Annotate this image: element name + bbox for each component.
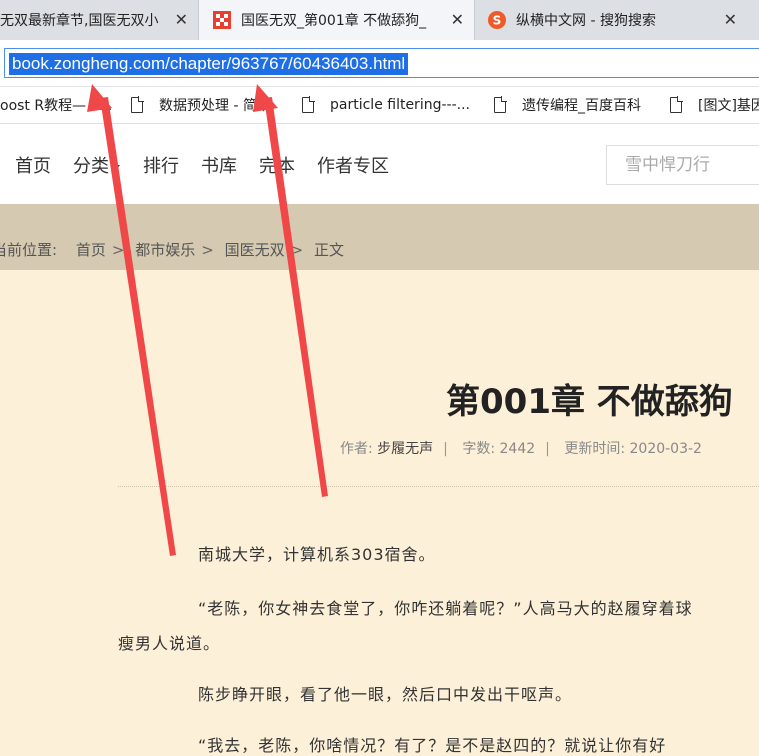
bookmark-label: 遗传编程_百度百科 bbox=[522, 98, 641, 114]
url-text-selected[interactable]: book.zongheng.com/chapter/963767/6043640… bbox=[9, 53, 409, 75]
sogou-favicon-icon: S bbox=[488, 11, 506, 29]
bookmark-label: [图文]基因 bbox=[698, 98, 759, 114]
update-time: 2020-03-2 bbox=[629, 441, 702, 457]
nav-library[interactable]: 书库 bbox=[201, 152, 237, 178]
close-tab-icon[interactable]: ✕ bbox=[175, 10, 188, 30]
bookmark-item[interactable]: [图文]基因 bbox=[670, 87, 759, 123]
url-input[interactable]: book.zongheng.com/chapter/963767/6043640… bbox=[4, 48, 759, 78]
tab-bar: 无双最新章节,国医无双小 ✕ 国医无双_第001章 不做舔狗_ ✕ S 纵横中文… bbox=[0, 0, 759, 41]
author-name[interactable]: 步履无声 bbox=[377, 441, 433, 457]
chapter-title: 第001章 不做舔狗 bbox=[446, 382, 733, 422]
document-icon bbox=[670, 96, 683, 113]
close-tab-icon[interactable]: ✕ bbox=[451, 10, 464, 30]
breadcrumb-category[interactable]: 都市娱乐 bbox=[135, 241, 195, 259]
tab-guoyi-latest[interactable]: 无双最新章节,国医无双小 ✕ bbox=[0, 0, 198, 40]
site-search-input[interactable]: 雪中悍刀行 bbox=[606, 145, 759, 185]
paragraph: 南城大学，计算机系303宿舍。 bbox=[198, 545, 436, 564]
nav-completed[interactable]: 完本 bbox=[259, 152, 295, 178]
nav-category-label: 分类 bbox=[73, 156, 109, 177]
chapter-meta: 作者: 步履无声 | 字数: 2442 | 更新时间: 2020-03-2 bbox=[340, 441, 702, 457]
svg-text:S: S bbox=[493, 14, 502, 28]
site-nav: 首页 分类 排行 书库 完本 作者专区 雪中悍刀行 bbox=[0, 124, 759, 204]
divider bbox=[118, 486, 759, 487]
tab-title: 国医无双_第001章 不做舔狗_ bbox=[241, 13, 427, 29]
breadcrumb: 当前位置: 首页 > 都市娱乐 > 国医无双 > 正文 bbox=[0, 204, 759, 270]
breadcrumb-separator: > bbox=[111, 241, 125, 259]
tab-sogou-search[interactable]: S 纵横中文网 - 搜狗搜索 ✕ bbox=[476, 0, 759, 40]
breadcrumb-separator: > bbox=[290, 241, 304, 259]
bookmark-label: 数据预处理 - 简书 bbox=[159, 98, 271, 114]
document-icon bbox=[494, 96, 507, 113]
caret-down-icon bbox=[112, 164, 120, 170]
bookmark-label: oost R教程— x... bbox=[0, 98, 113, 114]
bookmark-item[interactable]: particle filtering---... bbox=[302, 87, 470, 123]
breadcrumb-book[interactable]: 国医无双 bbox=[225, 241, 285, 259]
bookmark-item[interactable]: 数据预处理 - 简书 bbox=[131, 87, 271, 123]
document-icon bbox=[131, 96, 144, 113]
bookmarks-bar: oost R教程— x... 数据预处理 - 简书 particle filte… bbox=[0, 87, 759, 124]
zongheng-favicon-icon bbox=[213, 11, 231, 29]
nav-category[interactable]: 分类 bbox=[73, 152, 120, 178]
breadcrumb-home[interactable]: 首页 bbox=[76, 241, 106, 259]
bookmark-label: particle filtering---... bbox=[330, 97, 470, 113]
nav-home[interactable]: 首页 bbox=[15, 152, 51, 178]
author-label: 作者: bbox=[340, 441, 373, 457]
paragraph: “老陈，你女神去食堂了，你咋还躺着呢？”人高马大的赵履穿着球 bbox=[198, 599, 693, 618]
tab-title: 纵横中文网 - 搜狗搜索 bbox=[516, 13, 656, 29]
paragraph: 瘦男人说道。 bbox=[118, 634, 221, 653]
paragraph: 陈步睁开眼，看了他一眼，然后口中发出干呕声。 bbox=[198, 685, 573, 704]
bookmark-item[interactable]: 遗传编程_百度百科 bbox=[494, 87, 641, 123]
nav-ranking[interactable]: 排行 bbox=[143, 152, 179, 178]
nav-author-zone[interactable]: 作者专区 bbox=[317, 152, 389, 178]
chapter-content: 第001章 不做舔狗 作者: 步履无声 | 字数: 2442 | 更新时间: 202… bbox=[0, 270, 759, 755]
update-time-label: 更新时间: bbox=[564, 441, 626, 457]
breadcrumb-separator: > bbox=[201, 241, 214, 259]
word-count: 2442 bbox=[499, 441, 536, 457]
close-tab-icon[interactable]: ✕ bbox=[724, 10, 737, 30]
paragraph: “我去，老陈，你啥情况？有了？是不是赵四的？就说让你有好 bbox=[198, 736, 667, 755]
bookmark-item[interactable]: oost R教程— x... bbox=[0, 87, 112, 123]
breadcrumb-current: 正文 bbox=[313, 241, 344, 259]
document-icon bbox=[302, 96, 315, 113]
tab-title: 无双最新章节,国医无双小 bbox=[0, 13, 159, 29]
word-count-label: 字数: bbox=[462, 441, 496, 457]
tab-chapter-001[interactable]: 国医无双_第001章 不做舔狗_ ✕ bbox=[198, 0, 475, 40]
breadcrumb-prefix: 当前位置: bbox=[0, 241, 58, 259]
address-bar: book.zongheng.com/chapter/963767/6043640… bbox=[0, 40, 759, 87]
